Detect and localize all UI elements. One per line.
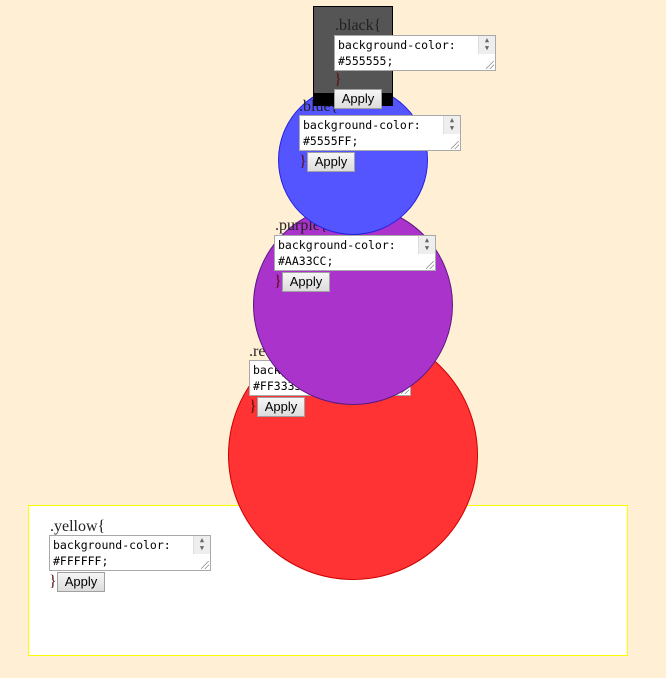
black-css-text: background-color: #555555; [338, 38, 456, 68]
black-apply-button[interactable]: Apply [334, 89, 382, 109]
resize-grip-icon[interactable] [486, 61, 494, 69]
close-brace: } [334, 71, 342, 88]
close-brace: } [299, 153, 307, 170]
black-css-textarea[interactable]: background-color: #555555; ▲ ▼ [334, 35, 496, 71]
purple-css-textarea[interactable]: background-color: #AA33CC; ▲ ▼ [274, 235, 436, 271]
yellow-selector: .yellow{ [50, 518, 106, 535]
blue-apply-button[interactable]: Apply [307, 152, 355, 172]
black-selector: .black{ [335, 17, 382, 34]
purple-apply-button[interactable]: Apply [282, 272, 330, 292]
yellow-apply-button[interactable]: Apply [57, 572, 105, 592]
close-brace: } [49, 573, 57, 590]
resize-grip-icon[interactable] [201, 561, 209, 569]
yellow-css-textarea[interactable]: background-color: #FFFFFF; ▲ ▼ [49, 535, 211, 571]
close-brace: } [274, 273, 282, 290]
scroll-arrows-icon[interactable]: ▲▼ [443, 116, 460, 134]
scroll-arrows-icon[interactable]: ▲▼ [418, 236, 435, 254]
resize-grip-icon[interactable] [451, 141, 459, 149]
scroll-arrows-icon[interactable]: ▲▼ [478, 36, 495, 54]
close-brace: } [249, 398, 257, 415]
purple-css-text: background-color: #AA33CC; [278, 238, 396, 268]
scroll-arrows-icon[interactable]: ▲▼ [193, 536, 210, 554]
blue-css-textarea[interactable]: background-color: #5555FF; ▲ ▼ [299, 115, 461, 151]
resize-grip-icon[interactable] [426, 261, 434, 269]
red-apply-button[interactable]: Apply [257, 397, 305, 417]
yellow-css-text: background-color: #FFFFFF; [53, 538, 171, 568]
blue-css-text: background-color: #5555FF; [303, 118, 421, 148]
